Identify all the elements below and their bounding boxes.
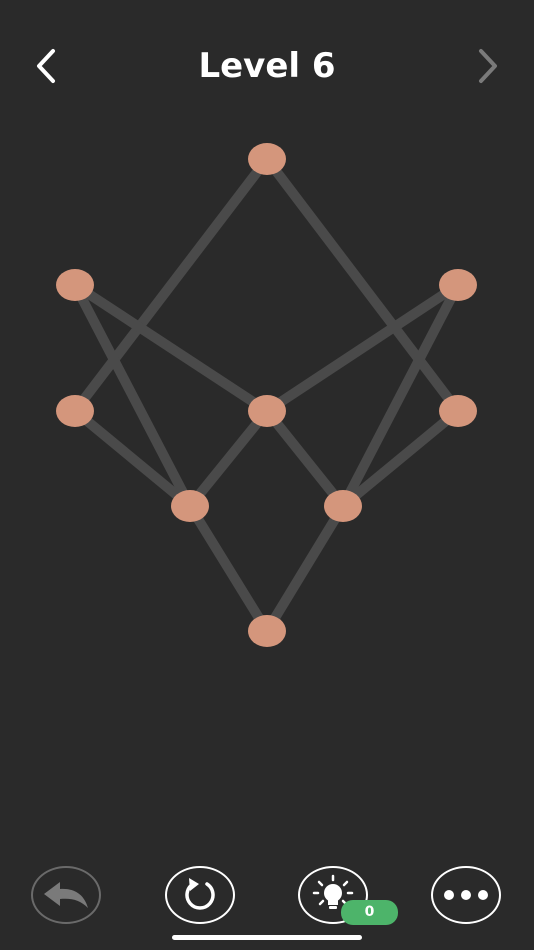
edges-layer bbox=[70, 154, 463, 636]
hint-count-badge: 0 bbox=[341, 900, 398, 925]
puzzle-edge[interactable] bbox=[262, 501, 348, 636]
puzzle-edge[interactable] bbox=[185, 501, 272, 636]
restart-icon bbox=[185, 878, 215, 910]
home-indicator[interactable] bbox=[172, 935, 362, 940]
puzzle-node-mid-right[interactable] bbox=[439, 395, 477, 427]
more-options-button[interactable] bbox=[431, 866, 501, 924]
puzzle-node-lower-right[interactable] bbox=[324, 490, 362, 522]
puzzle-node-upper-left[interactable] bbox=[56, 269, 94, 301]
puzzle-edge[interactable] bbox=[262, 154, 463, 416]
puzzle-node-bottom[interactable] bbox=[248, 615, 286, 647]
puzzle-edge[interactable] bbox=[338, 406, 463, 511]
nodes-layer bbox=[56, 143, 477, 647]
undo-button[interactable] bbox=[31, 866, 101, 924]
more-dots-icon bbox=[444, 890, 488, 900]
puzzle-node-top[interactable] bbox=[248, 143, 286, 175]
bottom-toolbar bbox=[0, 864, 534, 928]
restart-button[interactable] bbox=[165, 866, 235, 924]
puzzle-node-upper-right[interactable] bbox=[439, 269, 477, 301]
puzzle-edge[interactable] bbox=[185, 406, 272, 511]
undo-arrow-icon bbox=[44, 882, 88, 908]
puzzle-node-mid-left[interactable] bbox=[56, 395, 94, 427]
puzzle-node-center[interactable] bbox=[248, 395, 286, 427]
puzzle-edge[interactable] bbox=[70, 154, 272, 416]
puzzle-board[interactable] bbox=[0, 0, 534, 800]
puzzle-node-lower-left[interactable] bbox=[171, 490, 209, 522]
puzzle-edge[interactable] bbox=[262, 406, 348, 511]
puzzle-edge[interactable] bbox=[70, 406, 195, 511]
